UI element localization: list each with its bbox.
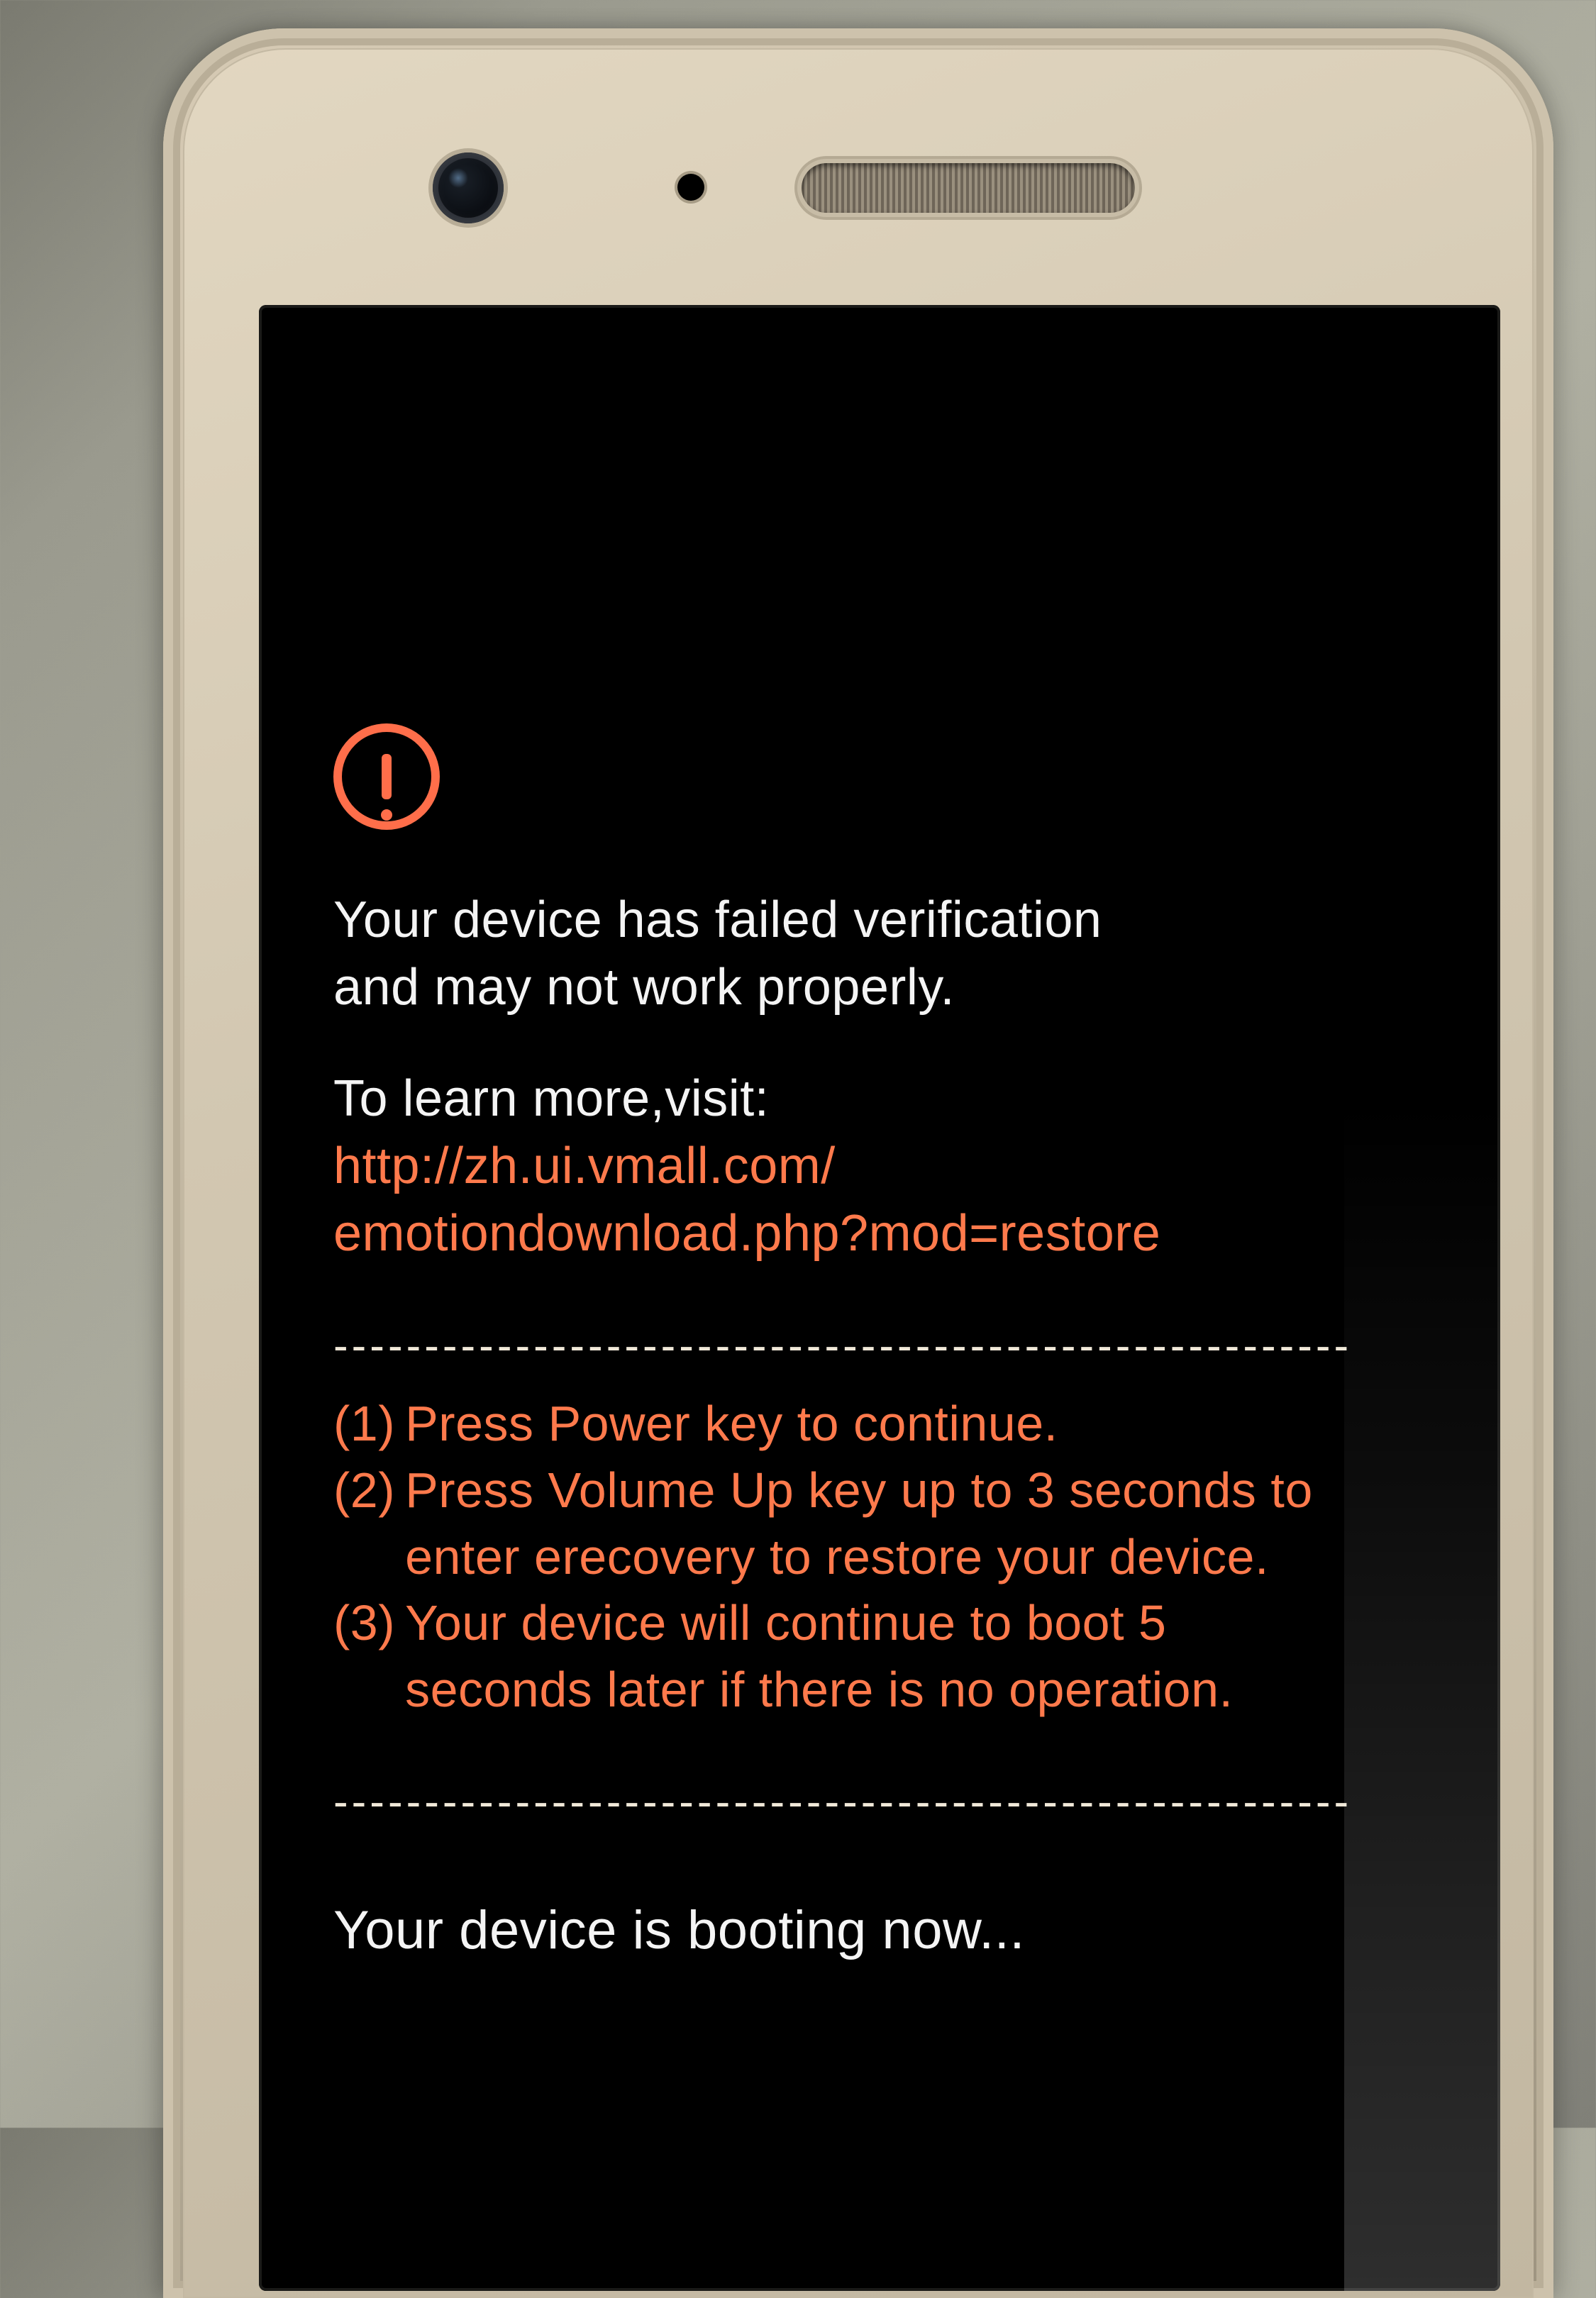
separator-top: ----------------------------------------… [333,1317,1436,1375]
option-3-num: (3) [333,1590,405,1724]
option-2-text-a: Press Volume Up key up to 3 seconds to [405,1458,1436,1524]
phone-body: Your device has failed verification and … [183,48,1534,2298]
bootloader-screen: Your device has failed verification and … [259,305,1500,2291]
option-2-num: (2) [333,1458,405,1591]
boot-options: (1) Press Power key to continue. (2) Pre… [333,1391,1436,1724]
learn-more-block: To learn more,visit: http://zh.ui.vmall.… [333,1065,1436,1267]
learn-more-url-1: http://zh.ui.vmall.com/ [333,1133,1436,1200]
learn-more-url-2: emotiondownload.php?mod=restore [333,1200,1436,1267]
warning-icon [333,723,440,830]
proximity-sensor [677,174,704,201]
verification-warning: Your device has failed verification and … [333,887,1436,1021]
learn-more-prompt: To learn more,visit: [333,1065,1436,1133]
warning-line-2: and may not work properly. [333,954,1436,1021]
separator-bottom: ----------------------------------------… [333,1773,1436,1831]
option-1-text: Press Power key to continue. [405,1391,1436,1458]
option-2-text-b: enter erecovery to restore your device. [405,1524,1436,1591]
front-camera [433,152,504,223]
option-3-text-b: seconds later if there is no operation. [405,1657,1436,1724]
option-1-num: (1) [333,1391,405,1458]
phone-frame: Your device has failed verification and … [163,28,1553,2298]
option-3-text-a: Your device will continue to boot 5 [405,1590,1436,1657]
warning-line-1: Your device has failed verification [333,887,1436,954]
earpiece-speaker [802,163,1135,213]
booting-status: Your device is booting now... [333,1895,1436,1966]
